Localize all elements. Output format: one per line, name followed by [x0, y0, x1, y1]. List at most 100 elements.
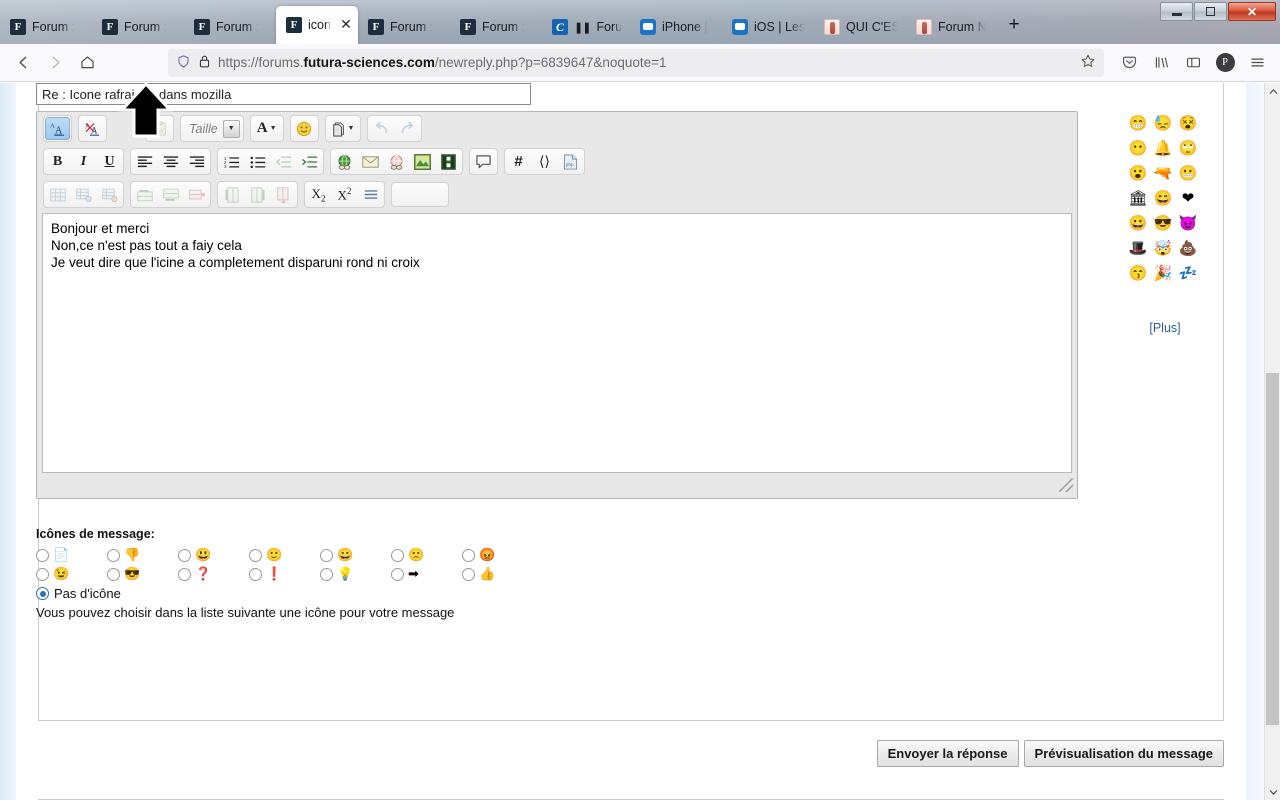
smiley-item[interactable]: 🎉 [1151, 261, 1175, 285]
icon-thumbs-up-radio[interactable] [462, 567, 475, 581]
minimize-button[interactable] [1160, 2, 1193, 21]
submit-reply-button[interactable]: Envoyer la réponse [876, 740, 1019, 767]
browser-tab[interactable]: C ❚❚ Forum [542, 10, 630, 44]
smiley-item[interactable]: 🤯 [1151, 236, 1175, 260]
resize-grip-handle[interactable] [1059, 478, 1073, 492]
browser-tab[interactable]: iOS | Les [722, 10, 814, 44]
font-size-select[interactable]: Taille ▼ [182, 117, 242, 140]
icon-big-grin-radio[interactable] [178, 548, 191, 562]
align-right-button[interactable] [184, 150, 209, 173]
new-tab-button[interactable]: + [1000, 12, 1028, 40]
italic-button[interactable]: I [71, 150, 96, 173]
attachment-button[interactable]: ▼ [327, 117, 360, 140]
indent-button[interactable] [297, 150, 322, 173]
subscript-button[interactable]: X2 [306, 183, 331, 206]
icon-unhappy[interactable]: 🙁 [391, 548, 462, 562]
smiley-item[interactable]: 💤 [1176, 261, 1200, 285]
library-icon[interactable] [1146, 48, 1176, 78]
smiley-item[interactable]: 🔫 [1151, 161, 1175, 185]
undo-button[interactable] [369, 117, 394, 140]
page-scrollbar[interactable] [1264, 83, 1280, 800]
restore-button[interactable] [1194, 2, 1227, 21]
insert-quote-button[interactable] [471, 150, 496, 173]
back-arrow-icon[interactable] [8, 48, 38, 78]
icon-wink[interactable]: 😉 [36, 567, 107, 581]
icon-exclamation-radio[interactable] [249, 567, 262, 581]
browser-tab[interactable]: Ficone r ✕ [276, 6, 358, 44]
browser-tab[interactable]: F Forum : [184, 10, 276, 44]
table-properties-button[interactable] [71, 183, 96, 206]
superscript-button[interactable]: X2 [332, 183, 357, 206]
message-textarea[interactable] [43, 214, 1071, 472]
scroll-down-arrow-icon[interactable] [1265, 784, 1280, 800]
smilies-button[interactable] [292, 117, 317, 140]
insert-image-button[interactable] [410, 150, 435, 173]
smiley-item[interactable]: 😀 [1126, 211, 1150, 235]
icon-question-radio[interactable] [178, 567, 191, 581]
insert-row-below-button[interactable] [158, 183, 183, 206]
insert-row-above-button[interactable] [132, 183, 157, 206]
chevron-down-icon[interactable]: ▼ [222, 119, 240, 138]
scrollbar-thumb[interactable] [1266, 373, 1279, 725]
pocket-icon[interactable] [1114, 48, 1144, 78]
icon-happy-radio[interactable] [320, 548, 333, 562]
smiley-item[interactable]: 💩 [1176, 236, 1200, 260]
icon-angry[interactable]: 😡 [462, 548, 533, 562]
icon-default-radio[interactable] [36, 548, 49, 562]
smiley-item[interactable]: 😬 [1176, 161, 1200, 185]
smiley-item[interactable]: 😙 [1126, 261, 1150, 285]
hamburger-menu-icon[interactable] [1242, 48, 1272, 78]
delete-column-button[interactable] [271, 183, 296, 206]
icon-big-grin[interactable]: 😃 [178, 548, 249, 562]
browser-tab[interactable]: Forum N [906, 10, 994, 44]
icon-arrow-radio[interactable] [391, 567, 404, 581]
delete-table-button[interactable] [97, 183, 122, 206]
smiley-item[interactable]: 😓 [1151, 111, 1175, 135]
scroll-up-arrow-icon[interactable] [1265, 83, 1280, 99]
browser-tab[interactable]: iPhone | [630, 10, 722, 44]
smiley-item[interactable]: 😁 [1126, 111, 1150, 135]
browser-tab[interactable]: F Forum : [0, 10, 92, 44]
icon-arrow[interactable]: ➡ [391, 567, 462, 581]
toggle-wysiwyg-button[interactable]: A A [45, 117, 70, 140]
no-icon-option[interactable]: Pas d'icône [36, 586, 936, 601]
insert-column-right-button[interactable] [245, 183, 270, 206]
delete-row-button[interactable] [184, 183, 209, 206]
subject-input[interactable] [36, 83, 531, 105]
smiley-item[interactable]: ❤ [1176, 186, 1200, 210]
redo-button[interactable] [395, 117, 420, 140]
icon-thumbs-down[interactable]: 👎 [107, 548, 178, 562]
insert-table-button[interactable] [45, 183, 70, 206]
padlock-icon[interactable] [198, 54, 211, 72]
close-window-button[interactable]: ✕ [1228, 2, 1276, 21]
icon-exclamation[interactable]: ❗ [249, 567, 320, 581]
insert-column-left-button[interactable] [219, 183, 244, 206]
no-icon-radio[interactable] [36, 587, 49, 600]
align-left-button[interactable] [132, 150, 157, 173]
insert-php-button[interactable]: php [558, 150, 583, 173]
preview-message-button[interactable]: Prévisualisation du message [1023, 740, 1224, 767]
smiley-item[interactable]: 😮 [1126, 161, 1150, 185]
smiley-item[interactable]: 😄 [1151, 186, 1175, 210]
sidebar-icon[interactable] [1178, 48, 1208, 78]
smiley-item[interactable]: 😵 [1176, 111, 1200, 135]
smiley-item[interactable]: 🏛 [1126, 186, 1150, 210]
smiley-item[interactable]: 😶 [1126, 136, 1150, 160]
paste-from-word-button[interactable]: W [147, 117, 172, 140]
icon-smile-radio[interactable] [249, 548, 262, 562]
close-tab-button[interactable]: ✕ [338, 17, 354, 33]
insert-code-button[interactable]: # [506, 150, 531, 173]
icon-default[interactable]: 📄 [36, 548, 107, 562]
font-color-button[interactable]: A ▼ [252, 117, 282, 140]
icon-angry-radio[interactable] [462, 548, 475, 562]
star-outline-icon[interactable] [1080, 53, 1096, 73]
smiley-item[interactable]: 🔔 [1151, 136, 1175, 160]
horizontal-rule-button[interactable] [358, 183, 383, 206]
icon-happy[interactable]: 😀 [320, 548, 391, 562]
icon-smile[interactable]: 🙂 [249, 548, 320, 562]
icon-question[interactable]: ❓ [178, 567, 249, 581]
smiley-item[interactable]: 😈 [1176, 211, 1200, 235]
insert-video-button[interactable] [436, 150, 461, 173]
unlink-button[interactable] [384, 150, 409, 173]
align-center-button[interactable] [158, 150, 183, 173]
